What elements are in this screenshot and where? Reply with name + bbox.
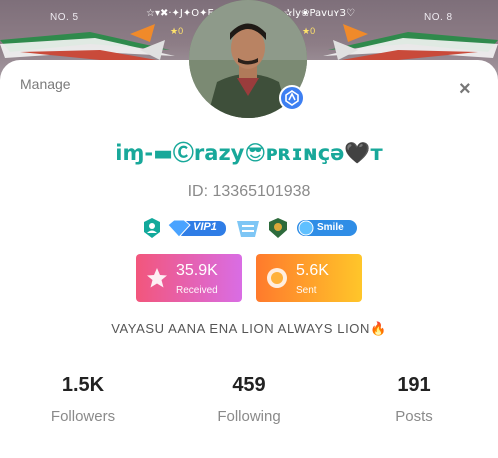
- manage-button[interactable]: Manage: [20, 76, 71, 92]
- bio-text: VAYASU AANA ENA LION ALWAYS LION🔥: [111, 321, 387, 336]
- crest-badge-icon[interactable]: [267, 217, 289, 239]
- smile-badge-label: Smile: [317, 222, 344, 233]
- banner-name-right: ✰ly❀PavuʏЗ♡: [284, 8, 355, 19]
- sent-gifts-card[interactable]: 5.6K Sent: [256, 254, 362, 302]
- followers-count: 1.5K: [61, 374, 105, 396]
- following-label: Following: [217, 408, 281, 425]
- sent-value: 5.6K: [296, 262, 329, 279]
- sv-badge-icon[interactable]: [235, 217, 261, 239]
- received-value: 35.9K: [176, 262, 218, 279]
- posts-count: 191: [397, 374, 431, 396]
- posts-label: Posts: [395, 408, 433, 425]
- following-stat[interactable]: 459 Following: [189, 374, 309, 425]
- vip-badge-label: VIP1: [193, 221, 217, 233]
- followers-stat[interactable]: 1.5K Followers: [23, 374, 143, 425]
- user-id: ID: 13365101938: [187, 183, 311, 200]
- sent-label: Sent: [296, 285, 317, 296]
- star-icon: [147, 268, 167, 288]
- banner-count-right: ★0: [302, 26, 316, 36]
- followers-label: Followers: [50, 408, 116, 425]
- received-gifts-card[interactable]: 35.9K Received: [136, 254, 242, 302]
- posts-stat[interactable]: 191 Posts: [354, 374, 474, 425]
- nickname: iɱ‑▬Ⓒrazy😎ᴘʀɪɴçə🖤ᴛ: [115, 141, 383, 165]
- smile-badge[interactable]: Smile: [295, 217, 359, 239]
- vip-badge[interactable]: VIP1: [166, 217, 228, 239]
- following-count: 459: [232, 374, 266, 396]
- close-icon[interactable]: ×: [459, 79, 471, 99]
- user-level-icon[interactable]: [143, 217, 161, 239]
- coin-icon: [267, 268, 287, 288]
- received-label: Received: [176, 285, 218, 296]
- verified-badge-icon: [279, 85, 305, 111]
